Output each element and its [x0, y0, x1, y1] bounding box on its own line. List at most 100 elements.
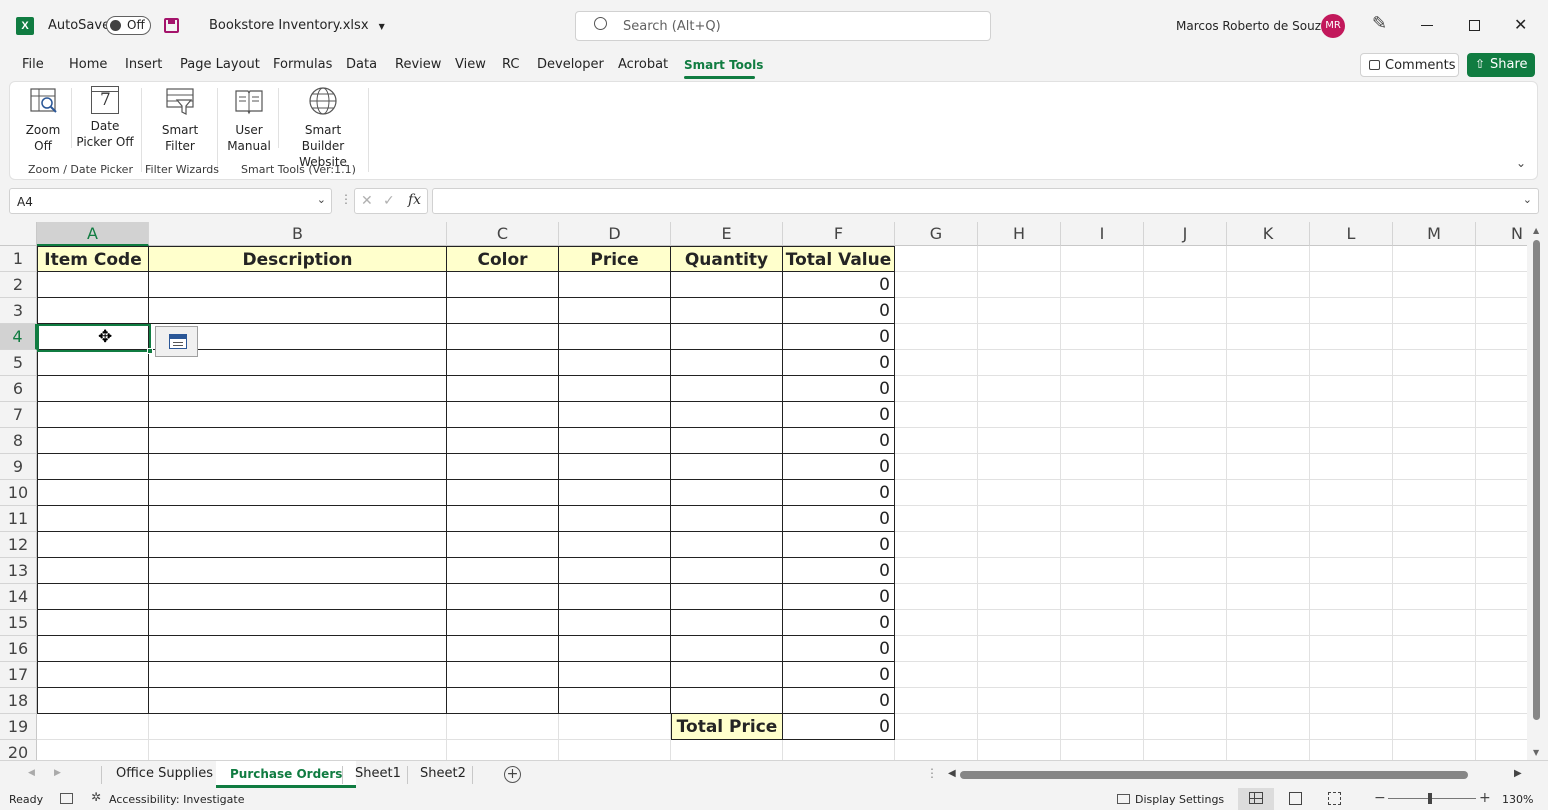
cell-c7[interactable] — [447, 402, 559, 428]
zoom-level[interactable]: 130% — [1502, 793, 1533, 806]
row-header-15[interactable]: 15 — [0, 610, 37, 636]
cell-j6[interactable] — [1144, 376, 1227, 402]
row-header-12[interactable]: 12 — [0, 532, 37, 558]
cell-i18[interactable] — [1061, 688, 1144, 714]
cell-a17[interactable] — [37, 662, 149, 688]
row-header-4[interactable]: 4 — [0, 324, 37, 350]
display-settings-icon[interactable] — [1117, 794, 1130, 804]
more-icon[interactable]: ⋮ — [340, 192, 352, 206]
cell-j4[interactable] — [1144, 324, 1227, 350]
cell-l13[interactable] — [1310, 558, 1393, 584]
cell-c2[interactable] — [447, 272, 559, 298]
cell-d16[interactable] — [559, 636, 671, 662]
minimize-icon[interactable] — [1421, 25, 1433, 26]
cell-d11[interactable] — [559, 506, 671, 532]
cell-e5[interactable] — [671, 350, 783, 376]
cell-g13[interactable] — [895, 558, 978, 584]
cell-e2[interactable] — [671, 272, 783, 298]
total-value-cell-f17[interactable]: 0 — [783, 662, 895, 688]
zoom-slider-thumb[interactable] — [1428, 793, 1432, 804]
cell-c12[interactable] — [447, 532, 559, 558]
cell-h20[interactable] — [978, 740, 1061, 760]
cell-j15[interactable] — [1144, 610, 1227, 636]
cell-m18[interactable] — [1393, 688, 1476, 714]
cell-i11[interactable] — [1061, 506, 1144, 532]
cell-c10[interactable] — [447, 480, 559, 506]
zoom-slider[interactable] — [1388, 793, 1476, 804]
cell-g17[interactable] — [895, 662, 978, 688]
cell-k15[interactable] — [1227, 610, 1310, 636]
cell-b8[interactable] — [149, 428, 447, 454]
cell-g14[interactable] — [895, 584, 978, 610]
cell-g20[interactable] — [895, 740, 978, 760]
cell-e18[interactable] — [671, 688, 783, 714]
cell-k8[interactable] — [1227, 428, 1310, 454]
row-header-7[interactable]: 7 — [0, 402, 37, 428]
cell-b7[interactable] — [149, 402, 447, 428]
cell-h18[interactable] — [978, 688, 1061, 714]
cell-g7[interactable] — [895, 402, 978, 428]
total-value-cell-f4[interactable]: 0 — [783, 324, 895, 350]
cell-c17[interactable] — [447, 662, 559, 688]
sheet-tab-sheet2[interactable]: Sheet2 — [406, 761, 480, 788]
vertical-scroll-thumb[interactable] — [1533, 240, 1540, 720]
cell-d6[interactable] — [559, 376, 671, 402]
cell-g11[interactable] — [895, 506, 978, 532]
enter-icon[interactable]: ✓ — [383, 193, 395, 209]
cell-m2[interactable] — [1393, 272, 1476, 298]
file-name[interactable]: Bookstore Inventory.xlsx ▼ — [209, 18, 385, 33]
cell-g9[interactable] — [895, 454, 978, 480]
cell-e8[interactable] — [671, 428, 783, 454]
cell-i6[interactable] — [1061, 376, 1144, 402]
pen-icon[interactable]: ✎ — [1372, 13, 1387, 34]
cell-c19[interactable] — [447, 714, 559, 740]
cell-i13[interactable] — [1061, 558, 1144, 584]
cell-i12[interactable] — [1061, 532, 1144, 558]
cell-k18[interactable] — [1227, 688, 1310, 714]
cell-i4[interactable] — [1061, 324, 1144, 350]
scroll-down-icon[interactable]: ▼ — [1533, 748, 1539, 757]
row-header-14[interactable]: 14 — [0, 584, 37, 610]
maximize-icon[interactable] — [1469, 20, 1480, 31]
row-header-8[interactable]: 8 — [0, 428, 37, 454]
row-header-10[interactable]: 10 — [0, 480, 37, 506]
cell-c4[interactable] — [447, 324, 559, 350]
smart-filter-button[interactable]: Smart Filter — [156, 86, 204, 154]
cell-j13[interactable] — [1144, 558, 1227, 584]
cell-k9[interactable] — [1227, 454, 1310, 480]
total-value-cell-f10[interactable]: 0 — [783, 480, 895, 506]
cell-m15[interactable] — [1393, 610, 1476, 636]
page-break-view-icon[interactable] — [1328, 792, 1341, 805]
cell-m20[interactable] — [1393, 740, 1476, 760]
cell-b14[interactable] — [149, 584, 447, 610]
cell-h12[interactable] — [978, 532, 1061, 558]
cell-i5[interactable] — [1061, 350, 1144, 376]
total-value-cell-f11[interactable]: 0 — [783, 506, 895, 532]
cell-c13[interactable] — [447, 558, 559, 584]
cell-j11[interactable] — [1144, 506, 1227, 532]
total-value-cell-f6[interactable]: 0 — [783, 376, 895, 402]
cell-m3[interactable] — [1393, 298, 1476, 324]
insert-function-icon[interactable]: fx — [408, 192, 421, 208]
cell-h15[interactable] — [978, 610, 1061, 636]
cell-c16[interactable] — [447, 636, 559, 662]
cell-j2[interactable] — [1144, 272, 1227, 298]
row-header-3[interactable]: 3 — [0, 298, 37, 324]
row-header-13[interactable]: 13 — [0, 558, 37, 584]
cell-c6[interactable] — [447, 376, 559, 402]
row-header-18[interactable]: 18 — [0, 688, 37, 714]
cell-h3[interactable] — [978, 298, 1061, 324]
ribbon-collapse-icon[interactable]: ⌄ — [1516, 156, 1526, 170]
horizontal-scroll-thumb[interactable] — [960, 771, 1468, 779]
row-header-6[interactable]: 6 — [0, 376, 37, 402]
cell-d20[interactable] — [559, 740, 671, 760]
header-cell-c1[interactable]: Color — [447, 246, 559, 272]
cell-i3[interactable] — [1061, 298, 1144, 324]
share-button[interactable]: ⇧ Share — [1467, 53, 1535, 77]
cell-g19[interactable] — [895, 714, 978, 740]
cell-a13[interactable] — [37, 558, 149, 584]
cell-e14[interactable] — [671, 584, 783, 610]
cell-i7[interactable] — [1061, 402, 1144, 428]
total-value-cell-f14[interactable]: 0 — [783, 584, 895, 610]
cell-b19[interactable] — [149, 714, 447, 740]
